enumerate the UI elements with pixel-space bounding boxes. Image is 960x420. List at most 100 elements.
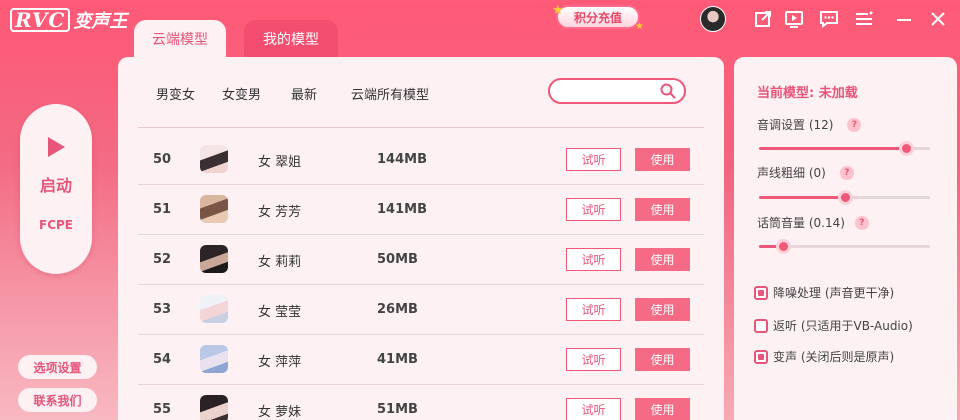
mic-volume-slider[interactable] [759,239,930,254]
preview-button[interactable]: 试听 [566,348,621,371]
tab-cloud-models-label: 云端模型 [152,32,208,48]
model-name: 女 莹莹 [258,305,302,320]
tab-my-models[interactable]: 我的模型 [244,20,338,58]
table-row: 55 女 萝妹 51MB 试听 使用 [138,385,704,420]
start-button[interactable]: 启动 FCPE [20,104,92,274]
monitor-label: 返听 (只适用于VB-Audio) [773,319,913,333]
star-icon: ★ [552,3,564,18]
preview-button[interactable]: 试听 [566,248,621,271]
divider [138,127,704,128]
mic-volume-label: 话筒音量 (0.14) [757,216,845,230]
search-input[interactable] [560,81,670,101]
model-number: 53 [153,302,172,317]
points-recharge-button[interactable]: ★ 积分充值 ★ [552,3,644,32]
model-name: 女 萍萍 [258,355,302,370]
monitor-option[interactable]: 返听 (只适用于VB-Audio) [754,317,913,334]
close-icon[interactable] [927,8,949,30]
use-button[interactable]: 使用 [635,198,690,221]
logo-latin: RVC [10,8,71,32]
algorithm-label: FCPE [39,218,73,232]
monitor-checkbox[interactable] [754,318,768,333]
model-number: 55 [153,402,172,417]
category-all-cloud-models[interactable]: 云端所有模型 [351,84,429,103]
denoise-option[interactable]: 降噪处理 (声音更干净) [754,284,894,301]
mic-volume-setting: 话筒音量 (0.14) ? [757,214,869,231]
model-avatar [200,195,228,223]
help-icon[interactable]: ? [854,215,869,230]
settings-panel [734,57,957,420]
use-button[interactable]: 使用 [635,348,690,371]
model-name: 女 翠姐 [258,155,302,170]
model-size: 26MB [377,302,418,317]
model-avatar [200,145,228,173]
use-button[interactable]: 使用 [635,298,690,321]
model-number: 54 [153,352,172,367]
denoise-checkbox[interactable] [754,285,768,300]
chat-icon[interactable] [818,8,840,30]
category-female-to-male[interactable]: 女变男 [222,84,261,103]
help-icon[interactable]: ? [839,165,854,180]
use-button[interactable]: 使用 [635,148,690,171]
app-logo: RVC 变声王 [10,6,127,34]
model-number: 51 [153,202,172,217]
model-size: 51MB [377,402,418,417]
pitch-slider[interactable] [759,141,930,156]
voice-change-checkbox[interactable] [754,349,768,364]
user-avatar[interactable] [700,6,726,32]
category-male-to-female[interactable]: 男变女 [156,84,195,103]
thickness-slider[interactable] [759,190,930,205]
model-size: 41MB [377,352,418,367]
model-size: 144MB [377,152,427,167]
thickness-label: 声线粗细 (0) [757,166,826,180]
menu-icon[interactable] [853,8,875,30]
minimize-icon[interactable] [893,8,915,30]
model-name: 女 萝妹 [258,405,302,420]
model-name: 女 芳芳 [258,205,302,220]
model-avatar [200,395,228,420]
preview-button[interactable]: 试听 [566,398,621,420]
points-recharge-label: 积分充值 [573,10,622,25]
model-name: 女 莉莉 [258,255,302,270]
model-avatar [200,245,228,273]
table-row: 53 女 莹莹 26MB 试听 使用 [138,285,704,335]
pitch-label: 音调设置 (12) [757,118,834,132]
options-settings-label: 选项设置 [33,360,82,375]
preview-button[interactable]: 试听 [566,148,621,171]
thickness-slider-fill [759,196,845,199]
use-button[interactable]: 使用 [635,248,690,271]
preview-button[interactable]: 试听 [566,298,621,321]
model-avatar [200,295,228,323]
table-row: 50 女 翠姐 144MB 试听 使用 [138,135,704,185]
current-model-label: 当前模型: 未加载 [757,86,858,101]
model-number: 50 [153,152,172,167]
table-row: 54 女 萍萍 41MB 试听 使用 [138,335,704,385]
search-icon[interactable] [660,83,676,99]
model-size: 141MB [377,202,427,217]
preview-button[interactable]: 试听 [566,198,621,221]
use-button[interactable]: 使用 [635,398,690,420]
search-box[interactable] [548,78,686,104]
start-label: 启动 [39,176,72,195]
model-avatar [200,345,228,373]
tab-cloud-models[interactable]: 云端模型 [134,20,226,58]
tab-my-models-label: 我的模型 [263,32,319,48]
thickness-setting: 声线粗细 (0) ? [757,164,854,181]
logo-chinese: 变声王 [73,11,128,32]
model-size: 50MB [377,252,418,267]
model-number: 52 [153,252,172,267]
mic-volume-slider-knob[interactable] [775,239,791,254]
category-latest[interactable]: 最新 [291,84,317,103]
help-icon[interactable]: ? [847,117,862,132]
share-icon[interactable] [752,8,774,30]
video-tutorial-icon[interactable] [783,8,805,30]
pitch-slider-fill [759,147,907,150]
voice-change-option[interactable]: 变声 (关闭后则是原声) [754,348,894,365]
contact-us-label: 联系我们 [33,393,82,408]
options-settings-button[interactable]: 选项设置 [18,355,97,379]
contact-us-button[interactable]: 联系我们 [18,388,97,412]
play-icon [48,137,65,157]
thickness-slider-knob[interactable] [837,190,853,205]
table-row: 51 女 芳芳 141MB 试听 使用 [138,185,704,235]
denoise-label: 降噪处理 (声音更干净) [773,286,895,300]
pitch-slider-knob[interactable] [899,141,915,156]
